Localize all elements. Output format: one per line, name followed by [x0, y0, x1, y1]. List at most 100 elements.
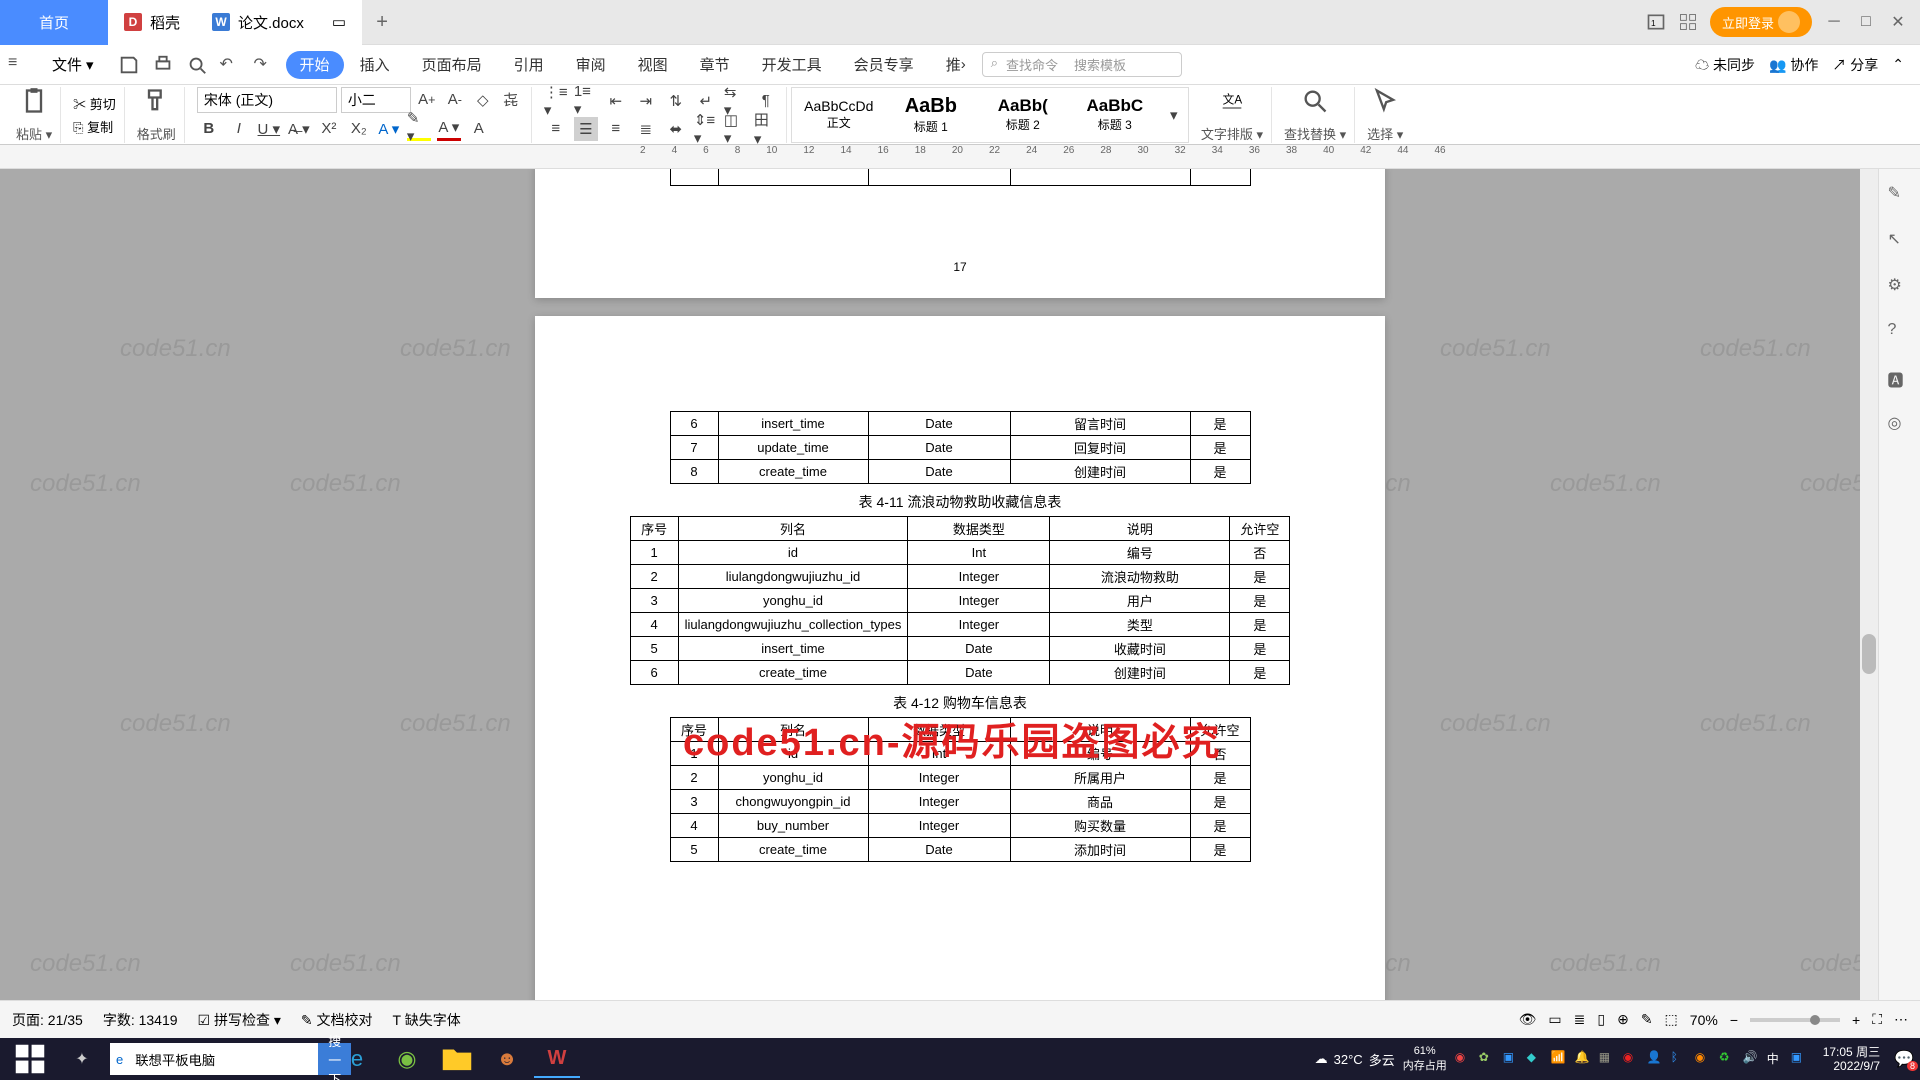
- print-icon[interactable]: [152, 54, 174, 76]
- word-count[interactable]: 字数: 13419: [103, 1010, 178, 1030]
- menu-chapter[interactable]: 章节: [684, 45, 746, 84]
- tab-docshell[interactable]: D 稻壳: [108, 0, 196, 45]
- menu-view[interactable]: 视图: [622, 45, 684, 84]
- page-view-icon[interactable]: ▭: [1548, 1011, 1561, 1028]
- increase-indent-icon[interactable]: ⇥: [634, 89, 658, 113]
- app-wps[interactable]: W: [534, 1040, 580, 1078]
- font-name-combo[interactable]: 宋体 (正文): [197, 87, 337, 113]
- style-heading3[interactable]: AaBbC标题 3: [1070, 90, 1160, 140]
- redo-icon[interactable]: ↷: [254, 54, 276, 76]
- subscript-button[interactable]: X₂: [347, 117, 371, 141]
- collab-button[interactable]: 👥 协作: [1769, 55, 1818, 75]
- app-360[interactable]: ◉: [384, 1040, 430, 1078]
- text-layout-label[interactable]: 文字排版 ▾: [1201, 124, 1263, 143]
- more-icon[interactable]: ⋯: [1894, 1011, 1908, 1028]
- draft-icon[interactable]: ✎: [1641, 1011, 1653, 1028]
- undo-icon[interactable]: ↶: [220, 54, 242, 76]
- format-painter-icon[interactable]: [142, 87, 170, 115]
- cursor-icon[interactable]: ↖: [1888, 229, 1912, 253]
- target-icon[interactable]: ◎: [1888, 413, 1912, 437]
- start-button[interactable]: [6, 1040, 54, 1078]
- tray-icon-5[interactable]: ▦: [1599, 1050, 1617, 1068]
- tray-icon-10[interactable]: ▣: [1791, 1050, 1809, 1068]
- tab-icon[interactable]: ⇆ ▾: [724, 89, 748, 113]
- document-area[interactable]: code51.cncode51.cncode51.cncode51.cncode…: [0, 169, 1920, 1000]
- settings-icon[interactable]: ⚙: [1888, 275, 1912, 299]
- fullscreen-icon[interactable]: ⛶: [1872, 1011, 1882, 1028]
- hamburger-icon[interactable]: ≡: [8, 54, 30, 76]
- style-normal[interactable]: AaBbCcDd正文: [794, 90, 884, 140]
- app-explorer[interactable]: [434, 1040, 480, 1078]
- close-button[interactable]: ✕: [1888, 12, 1908, 32]
- scroll-thumb[interactable]: [1862, 634, 1876, 674]
- distribute-icon[interactable]: ⬌: [664, 117, 688, 141]
- tray-icon-8[interactable]: ◉: [1695, 1050, 1713, 1068]
- tray-icon-2[interactable]: ✿: [1479, 1050, 1497, 1068]
- char-border-icon[interactable]: A: [467, 117, 491, 141]
- zoom-slider[interactable]: [1750, 1018, 1840, 1022]
- numbering-icon[interactable]: 1≡ ▾: [574, 89, 598, 113]
- clear-format-icon[interactable]: ◇: [471, 88, 495, 112]
- tab-split-icon[interactable]: ▭: [332, 13, 346, 31]
- align-center-icon[interactable]: ☰: [574, 117, 598, 141]
- menu-references[interactable]: 引用: [498, 45, 560, 84]
- notification-bell-icon[interactable]: 🔔: [1575, 1050, 1593, 1068]
- strikethrough-button[interactable]: A̶ ▾: [287, 117, 311, 141]
- shrink-font-icon[interactable]: A-: [443, 88, 467, 112]
- save-icon[interactable]: [118, 54, 140, 76]
- align-justify-icon[interactable]: ≣: [634, 117, 658, 141]
- page-indicator[interactable]: 页面: 21/35: [12, 1010, 83, 1030]
- tray-icon-6[interactable]: ◉: [1623, 1050, 1641, 1068]
- menu-start[interactable]: 开始: [286, 51, 344, 79]
- bold-button[interactable]: B: [197, 117, 221, 141]
- font-color-icon[interactable]: A ▾: [437, 117, 461, 141]
- wifi-icon[interactable]: 📶: [1551, 1050, 1569, 1068]
- app-ie[interactable]: e: [334, 1040, 380, 1078]
- menu-insert[interactable]: 插入: [344, 45, 406, 84]
- highlight-icon[interactable]: ✎ ▾: [407, 117, 431, 141]
- weather-widget[interactable]: ☁ 32°C 多云: [1315, 1050, 1395, 1069]
- login-button[interactable]: 立即登录: [1710, 7, 1812, 37]
- zoom-level[interactable]: 70%: [1690, 1012, 1718, 1028]
- search-input[interactable]: [129, 1052, 318, 1067]
- find-label[interactable]: 查找替换 ▾: [1284, 124, 1346, 143]
- align-left-icon[interactable]: ≡: [544, 117, 568, 141]
- line-break-icon[interactable]: ↵: [694, 89, 718, 113]
- minimize-button[interactable]: ─: [1824, 12, 1844, 32]
- menu-more[interactable]: 推 ›: [930, 45, 982, 84]
- tray-icon-7[interactable]: 👤: [1647, 1050, 1665, 1068]
- bullets-icon[interactable]: ⋮≡ ▾: [544, 89, 568, 113]
- clock[interactable]: 17:05 周三 2022/9/7: [1817, 1045, 1886, 1074]
- action-center-icon[interactable]: 💬8: [1894, 1049, 1914, 1069]
- reading-icon[interactable]: ▯: [1597, 1011, 1605, 1028]
- app-unknown1[interactable]: ☻: [484, 1040, 530, 1078]
- select-icon[interactable]: [1371, 87, 1399, 115]
- preview-icon[interactable]: [186, 54, 208, 76]
- sort-icon[interactable]: ⇅: [664, 89, 688, 113]
- ruler[interactable]: 2468101214161820222426283032343638404244…: [0, 145, 1920, 169]
- decrease-indent-icon[interactable]: ⇤: [604, 89, 628, 113]
- paste-label[interactable]: 粘贴 ▾: [16, 124, 52, 143]
- sync-status[interactable]: ☁ 未同步: [1695, 55, 1755, 75]
- cut-button[interactable]: ✂ 剪切: [73, 94, 116, 113]
- find-icon[interactable]: [1301, 87, 1329, 115]
- help-icon[interactable]: ?: [1888, 321, 1912, 345]
- fit-width-icon[interactable]: ⬚: [1665, 1011, 1678, 1028]
- bluetooth-icon[interactable]: ᛒ: [1671, 1050, 1689, 1068]
- tray-icon-4[interactable]: ◆: [1527, 1050, 1545, 1068]
- underline-button[interactable]: U ▾: [257, 117, 281, 141]
- tab-document[interactable]: W 论文.docx ▭: [196, 0, 362, 45]
- zoom-out-button[interactable]: −: [1730, 1012, 1738, 1028]
- style-heading2[interactable]: AaBb(标题 2: [978, 90, 1068, 140]
- command-search[interactable]: ⌕ 查找命令 搜索模板: [982, 52, 1182, 77]
- spell-check[interactable]: ☑ 拼写检查 ▾: [198, 1010, 281, 1030]
- shading-icon[interactable]: ◫ ▾: [724, 117, 748, 141]
- reading-mode-icon[interactable]: 1: [1646, 12, 1666, 32]
- grid-icon[interactable]: [1678, 12, 1698, 32]
- taskbar-search[interactable]: e 搜一下: [110, 1043, 330, 1075]
- tab-home[interactable]: 首页: [0, 0, 108, 45]
- borders-icon[interactable]: 田 ▾: [754, 117, 778, 141]
- paste-icon[interactable]: [20, 87, 48, 115]
- web-layout-icon[interactable]: ⊕: [1617, 1011, 1629, 1028]
- vertical-scrollbar[interactable]: [1860, 169, 1878, 1000]
